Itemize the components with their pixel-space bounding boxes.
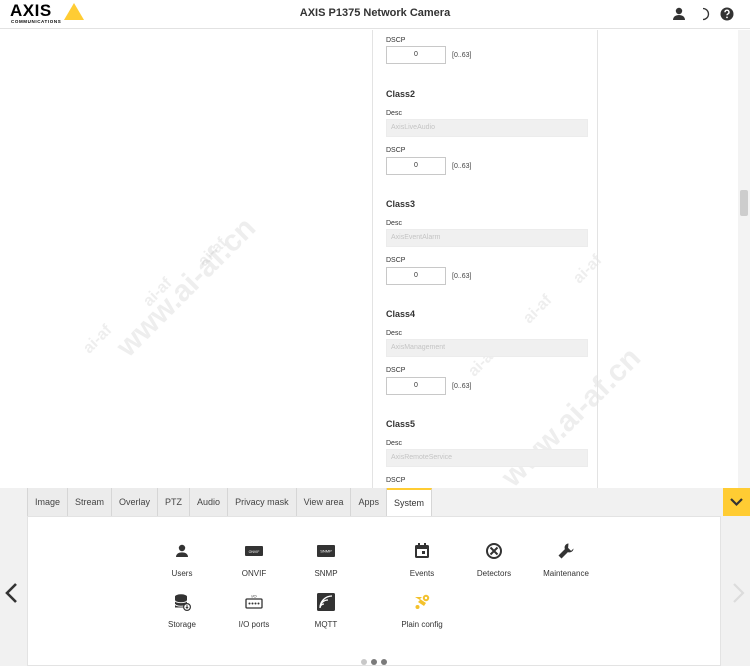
desc-label: Desc xyxy=(386,330,402,337)
system-item-mqtt[interactable]: MQTT xyxy=(290,592,362,638)
settings-tabs: Image Stream Overlay PTZ Audio Privacy m… xyxy=(27,488,432,516)
dscp-label: DSCP xyxy=(386,37,406,44)
class2-dscp-input[interactable]: 0 xyxy=(386,157,446,175)
axis-logo[interactable]: AXIS COMMUNICATIONS xyxy=(10,1,84,26)
watermark-badge-2: ai-af xyxy=(140,274,176,311)
page-title: AXIS P1375 Network Camera xyxy=(299,7,451,19)
collapse-dock-button[interactable] xyxy=(723,488,750,516)
onvif-icon: ONVIF xyxy=(245,546,263,556)
user-icon[interactable] xyxy=(671,6,687,22)
qos-settings-area: www.ai-af.cn www.ai-af.cn ai-af ai-af ai… xyxy=(0,30,750,488)
dscp-label: DSCP xyxy=(386,257,406,264)
class4-title: Class4 xyxy=(386,309,416,319)
desc-label: Desc xyxy=(386,440,402,447)
pager-dot-2[interactable] xyxy=(371,659,377,665)
chevron-down-icon xyxy=(730,498,743,507)
io-icon-text: I/O xyxy=(251,594,256,599)
dscp-label: DSCP xyxy=(386,477,406,484)
top-header: AXIS COMMUNICATIONS AXIS P1375 Network C… xyxy=(0,0,750,29)
chevron-right-icon xyxy=(733,583,745,603)
onvif-icon-text: ONVIF xyxy=(249,550,260,554)
system-item-label: Storage xyxy=(167,620,197,629)
system-item-detectors[interactable]: Detectors xyxy=(458,541,530,587)
system-item-label: SNMP xyxy=(314,569,338,578)
dscp-label: DSCP xyxy=(386,367,406,374)
class1-dscp-input[interactable]: 0 xyxy=(386,46,446,64)
class4-desc-input[interactable]: AxisManagement xyxy=(386,339,588,357)
logo-text: AXIS xyxy=(10,1,52,20)
snmp-icon: SNMP xyxy=(317,545,335,557)
pager-dot-1[interactable] xyxy=(361,659,367,665)
class4-dscp-input[interactable]: 0 xyxy=(386,377,446,395)
desc-label: Desc xyxy=(386,110,402,117)
watermark-badge-3: ai-af xyxy=(195,234,231,271)
system-item-onvif[interactable]: ONVIF ONVIF xyxy=(218,541,290,587)
system-item-snmp[interactable]: SNMP SNMP xyxy=(290,541,362,587)
snmp-icon-text: SNMP xyxy=(320,549,332,554)
desc-label: Desc xyxy=(386,220,402,227)
dscp-range: [0..63] xyxy=(452,52,472,59)
system-item-label: Maintenance xyxy=(543,569,589,578)
dscp-range: [0..63] xyxy=(452,273,472,280)
class5-desc-input[interactable]: AxisRemoteService xyxy=(386,449,588,467)
system-item-label: MQTT xyxy=(314,620,338,629)
tab-audio[interactable]: Audio xyxy=(190,488,229,516)
system-item-maintenance[interactable]: Maintenance xyxy=(530,541,602,587)
system-item-storage[interactable]: Storage xyxy=(146,592,218,638)
detectors-icon xyxy=(486,543,502,559)
chevron-left-icon xyxy=(5,583,17,603)
scrollbar-thumb[interactable] xyxy=(740,190,748,216)
settings-dock: Image Stream Overlay PTZ Audio Privacy m… xyxy=(0,488,750,666)
class3-title: Class3 xyxy=(386,199,416,209)
mqtt-icon xyxy=(317,593,335,611)
system-item-label: I/O ports xyxy=(238,620,270,629)
next-page-button[interactable] xyxy=(728,581,748,605)
system-item-io-ports[interactable]: I/O I/O ports xyxy=(218,592,290,638)
maintenance-icon xyxy=(558,543,574,559)
io-ports-icon: I/O xyxy=(245,594,263,609)
tab-apps[interactable]: Apps xyxy=(351,488,387,516)
users-icon xyxy=(176,544,188,557)
tab-image[interactable]: Image xyxy=(27,488,69,516)
storage-icon xyxy=(174,594,192,612)
contrast-icon[interactable] xyxy=(695,6,711,22)
previous-page-button[interactable] xyxy=(2,581,22,605)
system-item-users[interactable]: Users xyxy=(146,541,218,587)
logo-subtext: COMMUNICATIONS xyxy=(11,19,62,24)
pager-dot-3[interactable] xyxy=(381,659,387,665)
plain-config-icon xyxy=(415,594,430,609)
tab-privacy-mask[interactable]: Privacy mask xyxy=(228,488,297,516)
system-item-label: Detectors xyxy=(476,569,512,578)
system-item-label: Users xyxy=(171,569,193,578)
class3-dscp-input[interactable]: 0 xyxy=(386,267,446,285)
class5-title: Class5 xyxy=(386,419,416,429)
system-item-label: ONVIF xyxy=(241,569,267,578)
vertical-scrollbar[interactable] xyxy=(738,30,750,488)
qos-panel: DSCP 0 [0..63] Class2 Desc AxisLiveAudio… xyxy=(372,30,598,488)
tab-view-area[interactable]: View area xyxy=(296,488,352,516)
dscp-range: [0..63] xyxy=(452,383,472,390)
dscp-label: DSCP xyxy=(386,147,406,154)
tab-stream[interactable]: Stream xyxy=(68,488,113,516)
class2-title: Class2 xyxy=(386,89,416,99)
watermark-text-1: www.ai-af.cn xyxy=(110,211,263,364)
tab-overlay[interactable]: Overlay xyxy=(112,488,159,516)
system-panel: Users ONVIF ONVIF SNMP SNMP Events Detec… xyxy=(27,516,721,666)
logo-triangle-icon xyxy=(64,3,84,20)
system-item-label: Plain config xyxy=(401,620,443,629)
watermark-badge-1: ai-af xyxy=(80,321,116,358)
tab-system[interactable]: System xyxy=(386,488,432,516)
dscp-range: [0..63] xyxy=(452,163,472,170)
system-item-events[interactable]: Events xyxy=(386,541,458,587)
class2-desc-input[interactable]: AxisLiveAudio xyxy=(386,119,588,137)
class3-desc-input[interactable]: AxisEventAlarm xyxy=(386,229,588,247)
events-icon xyxy=(415,543,429,558)
help-icon[interactable] xyxy=(719,6,735,22)
system-item-plain-config[interactable]: Plain config xyxy=(386,592,458,638)
tab-ptz[interactable]: PTZ xyxy=(158,488,191,516)
system-item-label: Events xyxy=(409,569,435,578)
